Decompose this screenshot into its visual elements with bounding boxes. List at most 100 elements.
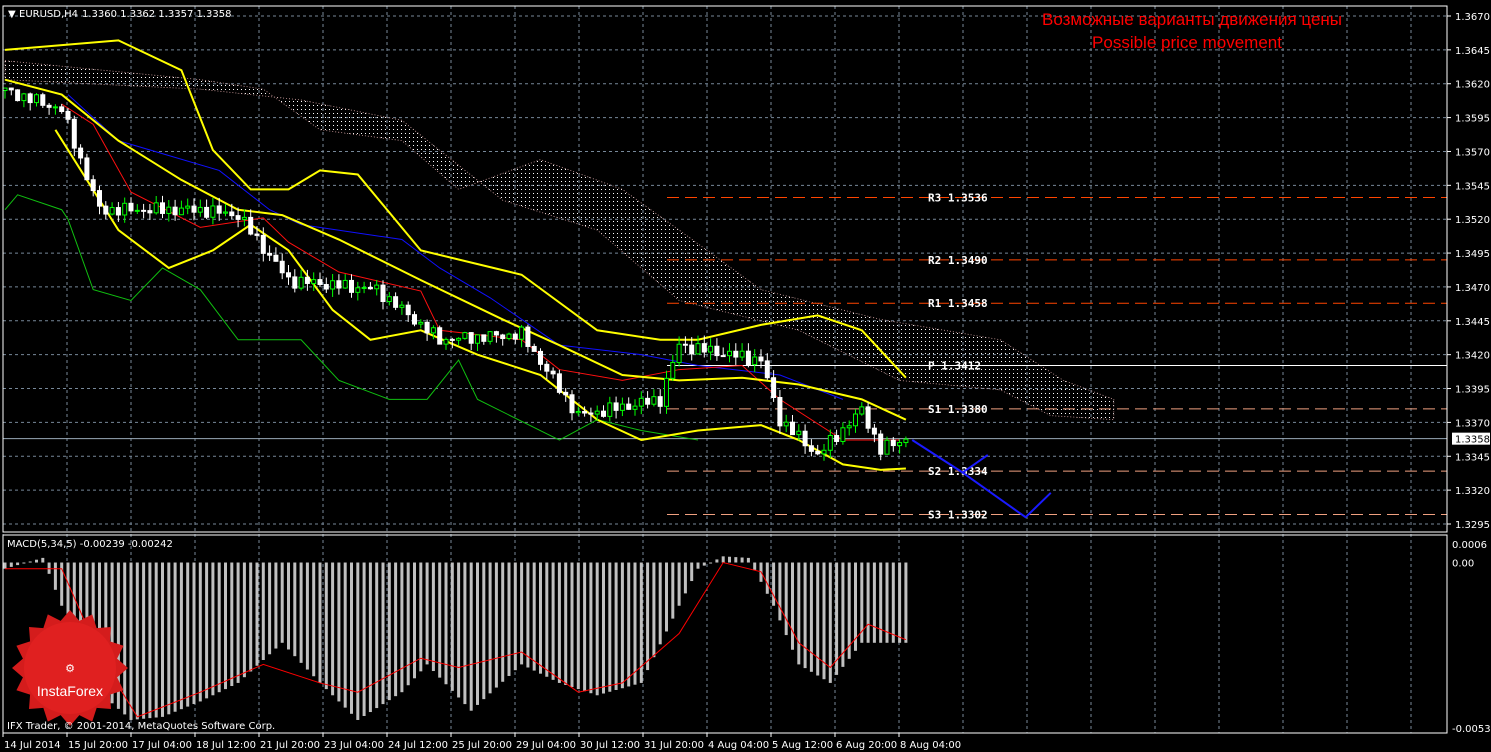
candle-bull bbox=[739, 350, 745, 358]
macd-histogram-bar bbox=[746, 557, 750, 563]
price-tick-label: 1.3545 bbox=[1455, 181, 1490, 192]
candle-bull bbox=[185, 205, 191, 209]
candle-bull bbox=[607, 402, 613, 417]
candle-bull bbox=[197, 206, 203, 213]
candle-bear bbox=[764, 360, 770, 379]
candle-bear bbox=[550, 370, 556, 375]
macd-histogram-bar bbox=[186, 562, 190, 707]
ohlc-readout: 1.3360 1.3362 1.3357 1.3358 bbox=[82, 9, 232, 20]
candle-bull bbox=[846, 425, 852, 429]
macd-histogram-bar bbox=[690, 562, 694, 582]
macd-histogram-bar bbox=[683, 562, 687, 594]
candle-bull bbox=[355, 287, 361, 293]
price-tick-label: 1.3295 bbox=[1455, 520, 1490, 531]
macd-histogram-bar bbox=[324, 562, 328, 690]
candle-bear bbox=[15, 89, 21, 102]
background bbox=[0, 0, 1491, 752]
candle-bear bbox=[317, 279, 323, 285]
macd-histogram-bar bbox=[520, 562, 524, 665]
candle-bear bbox=[424, 321, 430, 334]
macd-histogram-bar bbox=[3, 562, 7, 569]
macd-histogram-bar bbox=[53, 562, 57, 590]
macd-histogram-bar bbox=[438, 562, 442, 678]
pivot-label-r1: R1 1.3458 bbox=[928, 297, 988, 310]
macd-histogram-bar bbox=[595, 562, 599, 696]
candle-bull bbox=[342, 279, 348, 289]
pivot-label-s1: S1 1.3380 bbox=[928, 403, 988, 416]
candle-bull bbox=[153, 202, 159, 214]
price-chart[interactable]: R3 1.3536 R2 1.3490 R1 1.3458 P 1.3412 S1 1.… bbox=[0, 0, 1491, 752]
candle-bull bbox=[708, 345, 714, 353]
macd-histogram-bar bbox=[148, 562, 152, 719]
candle-bull bbox=[374, 284, 380, 290]
candle-bear bbox=[78, 147, 84, 159]
candle-bear bbox=[286, 272, 291, 278]
candle-bear bbox=[235, 215, 241, 220]
candle-bear bbox=[544, 363, 550, 372]
macd-histogram-bar bbox=[778, 562, 782, 621]
candle-bear bbox=[645, 397, 651, 405]
macd-histogram-bar bbox=[179, 562, 183, 710]
candle-bull bbox=[361, 286, 367, 289]
time-tick-label: 23 Jul 04:00 bbox=[324, 740, 384, 751]
macd-histogram-bar bbox=[545, 562, 549, 677]
candle-bull bbox=[21, 93, 27, 102]
macd-histogram-bar bbox=[633, 562, 637, 685]
macd-histogram-bar bbox=[620, 562, 624, 689]
macd-histogram-bar bbox=[268, 562, 272, 655]
macd-histogram-bar bbox=[47, 562, 51, 574]
macd-histogram-bar bbox=[318, 562, 322, 683]
macd-histogram-bar bbox=[602, 562, 605, 694]
candle-bear bbox=[292, 276, 298, 289]
candle-bull bbox=[2, 87, 8, 92]
copyright: IFX Trader, © 2001-2014, MetaQuotes Soft… bbox=[7, 721, 275, 732]
macd-histogram-bar bbox=[425, 562, 429, 665]
candle-bull bbox=[418, 321, 424, 325]
candle-bear bbox=[569, 394, 575, 414]
candle-bull bbox=[311, 279, 317, 284]
candle-bull bbox=[456, 337, 462, 341]
candle-bull bbox=[821, 449, 827, 455]
candle-bear bbox=[500, 334, 506, 340]
macd-histogram-bar bbox=[728, 556, 731, 563]
macd-histogram-bar bbox=[249, 562, 253, 672]
macd-histogram-bar bbox=[242, 562, 246, 678]
candle-bull bbox=[827, 435, 833, 451]
macd-histogram-bar bbox=[299, 562, 303, 663]
macd-histogram-bar bbox=[753, 562, 757, 570]
candle-bear bbox=[525, 326, 531, 347]
candle-bull bbox=[122, 202, 128, 216]
candle-bear bbox=[733, 350, 739, 358]
macd-histogram-bar bbox=[400, 562, 404, 693]
macd-histogram-bar bbox=[312, 562, 316, 677]
candle-bear bbox=[808, 445, 814, 452]
candle-bull bbox=[632, 405, 638, 410]
candle-bull bbox=[695, 343, 701, 355]
candle-bear bbox=[27, 93, 33, 104]
time-tick-label: 6 Aug 20:00 bbox=[836, 740, 897, 751]
macd-histogram-bar bbox=[576, 562, 580, 690]
macd-histogram-bar bbox=[898, 562, 902, 643]
candle-bear bbox=[582, 411, 588, 414]
macd-histogram-bar bbox=[255, 562, 259, 666]
macd-histogram-bar bbox=[236, 562, 240, 683]
candle-bull bbox=[399, 304, 405, 308]
candle-bull bbox=[651, 396, 657, 405]
macd-histogram-bar bbox=[224, 562, 227, 690]
candle-bear bbox=[172, 206, 178, 216]
candle-bull bbox=[386, 296, 392, 303]
macd-histogram-bar bbox=[173, 562, 177, 712]
time-tick-label: 8 Aug 04:00 bbox=[900, 740, 961, 751]
macd-histogram-bar bbox=[16, 562, 20, 566]
macd-histogram-bar bbox=[608, 562, 612, 692]
candle-bear bbox=[349, 279, 354, 293]
macd-histogram-bar bbox=[734, 557, 738, 563]
macd-histogram-bar bbox=[293, 562, 297, 657]
candle-bull bbox=[506, 333, 512, 340]
candle-bear bbox=[834, 435, 840, 442]
macd-histogram-bar bbox=[702, 562, 706, 566]
macd-histogram-bar bbox=[891, 562, 895, 643]
pivot-label-r2: R2 1.3490 bbox=[928, 254, 988, 267]
macd-histogram-bar bbox=[154, 562, 158, 718]
symbol-menu-icon[interactable]: ▼ bbox=[8, 9, 16, 20]
